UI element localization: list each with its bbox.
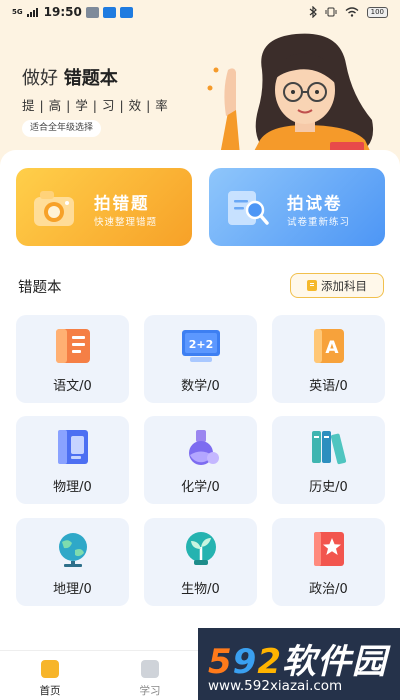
tab-home[interactable]: 首页 — [15, 651, 85, 700]
subject-politics[interactable]: 政治/0 — [272, 518, 385, 606]
subject-math[interactable]: 2+2 数学/0 — [144, 315, 257, 403]
study-icon — [141, 660, 159, 678]
site-watermark: 592软件园 www.592xiazai.com — [198, 628, 400, 700]
subject-english[interactable]: A 英语/0 — [272, 315, 385, 403]
star-book-icon — [314, 532, 344, 566]
battery-indicator: 100 — [366, 6, 388, 18]
globe-icon — [59, 533, 87, 567]
notebook-icon — [58, 430, 88, 464]
grade-tag: 适合全年级选择 — [22, 120, 102, 137]
subject-chinese[interactable]: 语文/0 — [16, 315, 129, 403]
notebook-title: 错题本 — [18, 280, 62, 296]
sprout-icon — [186, 532, 216, 565]
app-notification-icon — [119, 6, 133, 18]
subject-physics[interactable]: 物理/0 — [16, 416, 129, 504]
home-icon — [41, 660, 59, 678]
flask-icon — [189, 430, 219, 465]
camera-icon — [34, 191, 74, 226]
add-subject-button[interactable]: 添加科目 — [290, 273, 384, 298]
clock: 19:50 — [43, 5, 82, 19]
status-bar: 5G 19:50 100 — [0, 0, 400, 24]
app-notification-icon — [102, 6, 116, 18]
subject-biology[interactable]: 生物/0 — [144, 518, 257, 606]
subject-chemistry[interactable]: 化学/0 — [144, 416, 257, 504]
book-icon — [56, 329, 90, 363]
svg-text:2+2: 2+2 — [189, 338, 214, 351]
document-search-icon — [228, 191, 269, 225]
slogan: 提 | 高 | 学 | 习 | 效 | 率 — [22, 98, 169, 113]
tab-study[interactable]: 学习 — [115, 651, 185, 700]
svg-text:A: A — [325, 338, 339, 358]
page-title: 做好 错题本 — [22, 68, 118, 89]
subject-geography[interactable]: 地理/0 — [16, 518, 129, 606]
photo-mistake-button[interactable]: 拍错题 快速整理错题 — [16, 168, 192, 246]
letter-a-icon: A — [314, 329, 344, 363]
notebook-add-icon — [307, 280, 317, 291]
math-board-icon: 2+2 — [182, 330, 220, 362]
subject-history[interactable]: 历史/0 — [272, 416, 385, 504]
photo-paper-button[interactable]: 拍试卷 试卷重新练习 — [209, 168, 385, 246]
vibrate-icon — [325, 7, 337, 17]
teacher-illustration — [207, 33, 374, 155]
bluetooth-icon — [309, 6, 317, 18]
books-icon — [312, 431, 347, 465]
network-indicator: 5G — [12, 7, 23, 16]
signal-icon — [26, 7, 38, 17]
app-notification-icon — [85, 6, 99, 18]
wifi-icon — [345, 7, 359, 17]
